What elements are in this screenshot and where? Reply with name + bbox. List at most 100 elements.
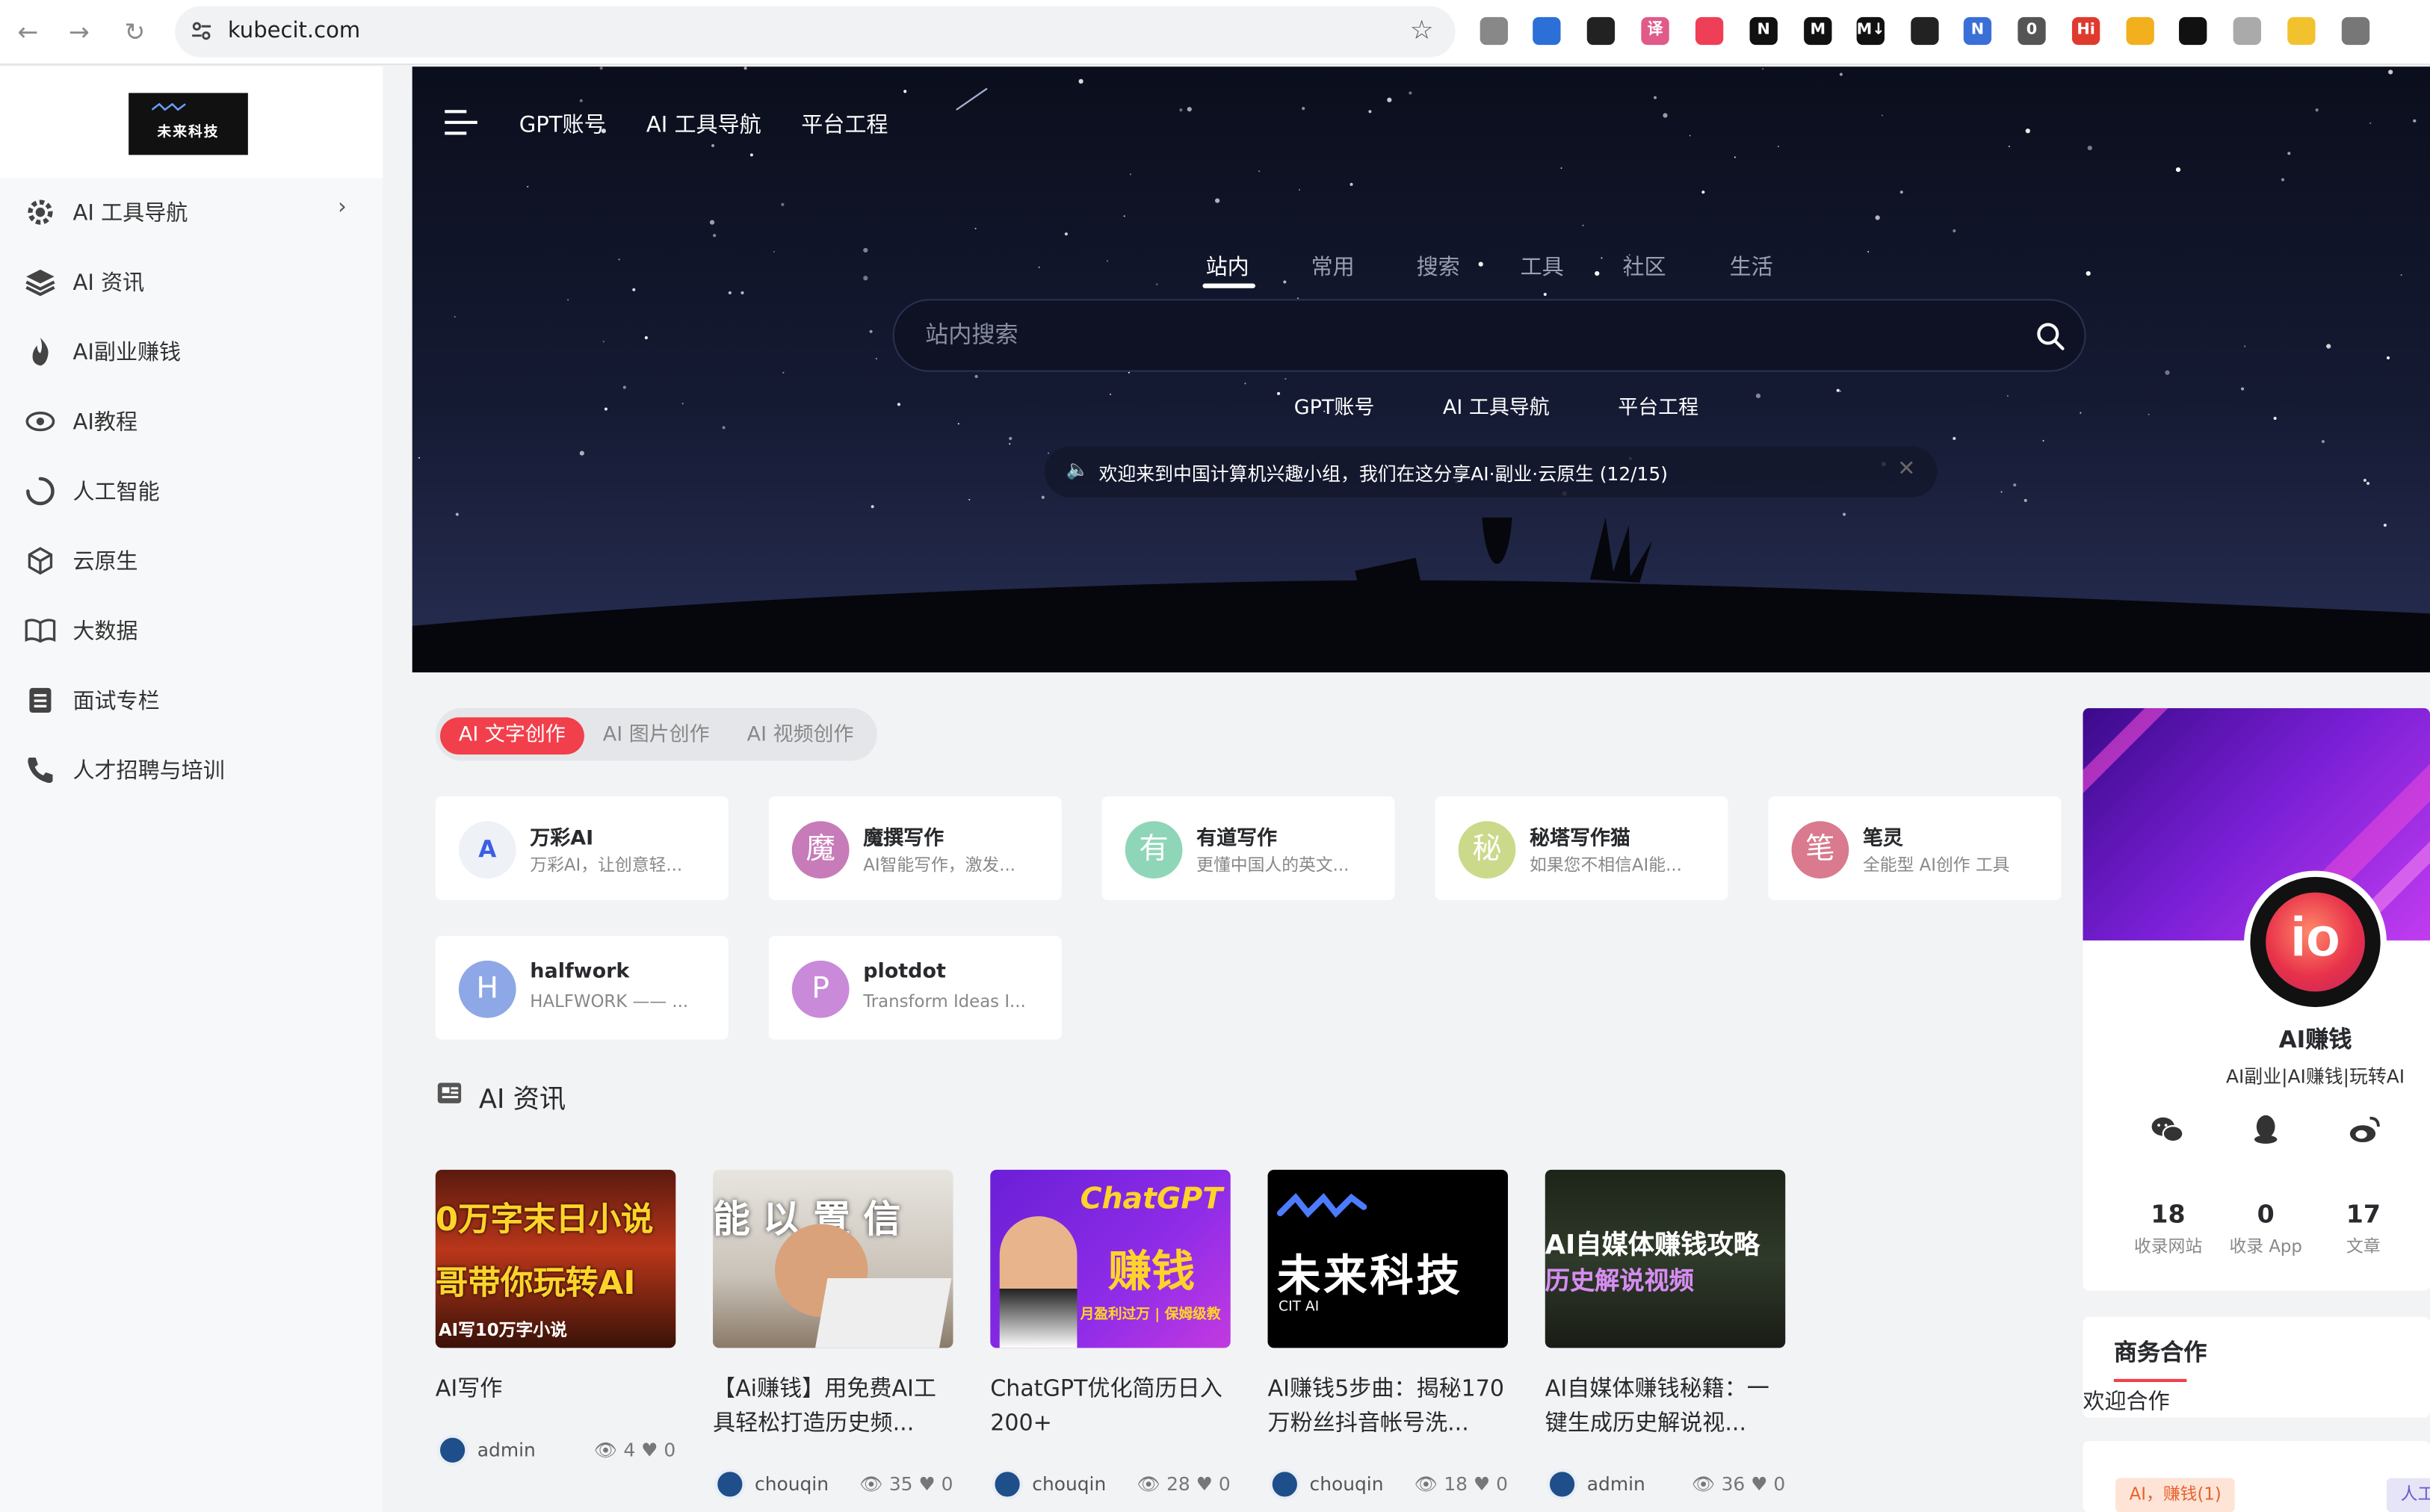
url-text[interactable]: kubecit.com — [228, 19, 360, 43]
hi-ext-icon[interactable]: Hi — [2071, 16, 2100, 46]
quick-link-tools[interactable]: AI 工具导航 — [1443, 391, 1550, 420]
author-avatar[interactable] — [1269, 1469, 1301, 1500]
news-card-title[interactable]: AI写作 — [436, 1373, 675, 1407]
note-ext-icon[interactable] — [2287, 16, 2316, 46]
tool-card[interactable]: 秘秘塔写作猫 如果您不相信AI能... — [1435, 796, 1728, 900]
category-tab-1[interactable]: AI 图片创作 — [584, 717, 729, 755]
notion-ext-icon[interactable]: N — [1749, 16, 1778, 46]
sync-ext-icon[interactable]: 0 — [2018, 16, 2046, 46]
logo-area[interactable]: 未来科技 — [0, 66, 383, 179]
eyedropper-ext-icon[interactable] — [1911, 16, 1939, 46]
tool-card[interactable]: Pplotdot Transform Ideas I... — [768, 935, 1062, 1040]
star — [418, 457, 420, 459]
weibo-icon[interactable] — [2346, 1112, 2382, 1147]
author-avatar[interactable] — [436, 1434, 469, 1466]
news-thumbnail[interactable]: ChatGPT + 赚钱月盈利过万 | 保姆级教 — [990, 1169, 1231, 1348]
search-tab-1[interactable]: 常用 — [1311, 251, 1355, 282]
like-count: 0 — [1496, 1473, 1509, 1496]
wechat-icon[interactable] — [2150, 1112, 2186, 1147]
profile-avatar[interactable]: io — [2244, 870, 2387, 1014]
search-input[interactable] — [925, 320, 1979, 349]
sidebar-item-3[interactable]: AI教程 — [0, 388, 383, 457]
sidebar-item-2[interactable]: AI副业赚钱 — [0, 317, 383, 387]
sidebar-item-5[interactable]: 云原生 — [0, 527, 383, 596]
search-tab-2[interactable]: 搜索 — [1417, 251, 1460, 282]
translate-ext-icon[interactable]: 译 — [1641, 16, 1669, 46]
markdown-ext-icon[interactable]: M↓ — [1856, 16, 1885, 46]
menu-toggle-icon[interactable] — [445, 108, 477, 136]
news-card-title[interactable]: AI自媒体赚钱秘籍：一键生成历史解说视... — [1545, 1373, 1785, 1441]
star — [2012, 483, 2016, 486]
heart-icon: ♥ — [1468, 1473, 1497, 1496]
star — [1899, 190, 1903, 194]
sidebar-item-8[interactable]: 人才招聘与培训 — [0, 736, 383, 805]
sidebar-item-0[interactable]: AI 工具导航 › — [0, 179, 383, 248]
category-tab-0[interactable]: AI 文字创作 — [440, 717, 584, 755]
highlighter-ext-icon[interactable] — [1533, 16, 1561, 46]
forward-icon[interactable]: → — [64, 17, 94, 48]
star — [454, 316, 457, 318]
n-ext-icon[interactable]: N — [1963, 16, 1992, 46]
power-ext-icon[interactable] — [1480, 16, 1509, 46]
quick-link-platform[interactable]: 平台工程 — [1618, 391, 1698, 420]
tag-chip[interactable]: AI，赚钱(1) — [2115, 1478, 2236, 1512]
bookmark-star-icon[interactable]: ☆ — [1410, 16, 1434, 46]
author-name[interactable]: admin — [1587, 1473, 1645, 1495]
star — [1701, 190, 1705, 195]
site-settings-icon[interactable] — [191, 20, 212, 42]
logo-wave-icon — [1276, 1192, 1367, 1218]
sidebar-item-7[interactable]: 面试专栏 — [0, 666, 383, 736]
site-logo[interactable]: 未来科技 — [129, 93, 248, 155]
sidebar-item-6[interactable]: 大数据 — [0, 596, 383, 666]
card-ext-icon[interactable] — [1586, 16, 1616, 46]
author-avatar[interactable] — [714, 1469, 746, 1500]
glasses-ext-icon[interactable] — [2179, 16, 2207, 46]
search-tab-5[interactable]: 生活 — [1730, 251, 1773, 282]
close-icon[interactable]: ✕ — [1897, 457, 1915, 482]
news-card-title[interactable]: AI赚钱5步曲：揭秘170万粉丝抖音帐号洗... — [1268, 1373, 1508, 1441]
header-nav-platform[interactable]: 平台工程 — [801, 108, 888, 139]
qq-icon[interactable] — [2248, 1112, 2283, 1147]
news-thumbnail[interactable]: AI自媒体赚钱攻略 历史解说视频 — [1545, 1169, 1786, 1348]
stat-label: 收录网站 — [2133, 1236, 2203, 1257]
puzzle-ext-icon[interactable] — [2341, 16, 2370, 46]
tool-card[interactable]: A 万彩AI 万彩AI，让创意轻... — [435, 796, 729, 900]
laptop-photo — [814, 1278, 952, 1348]
news-card-title[interactable]: 【Ai赚钱】用免费AI工具轻松打造历史频... — [713, 1373, 953, 1441]
news-card-title[interactable]: ChatGPT优化简历日入200+ — [990, 1373, 1230, 1441]
news-thumbnail[interactable]: 0万字末日小说 哥带你玩转AI AI写10万字小说 — [435, 1169, 676, 1348]
search-tab-0[interactable]: 站内 — [1206, 251, 1249, 282]
tool-card[interactable]: 有有道写作 更懂中国人的英文... — [1101, 796, 1395, 900]
reload-icon[interactable]: ↻ — [120, 17, 150, 48]
tool-card[interactable]: 魔魔撰写作 AI智能写作，激发... — [768, 796, 1062, 900]
author-name[interactable]: chouqin — [1032, 1473, 1106, 1495]
category-tab-2[interactable]: AI 视频创作 — [729, 717, 873, 755]
tool-card[interactable]: Hhalfwork HALFWORK —— ... — [435, 935, 729, 1040]
search-tab-3[interactable]: 工具 — [1521, 251, 1564, 282]
back-icon[interactable]: ← — [13, 17, 43, 48]
quick-link-gpt[interactable]: GPT账号 — [1294, 391, 1375, 420]
header-nav-gpt[interactable]: GPT账号 — [519, 108, 606, 139]
author-name[interactable]: chouqin — [755, 1473, 829, 1495]
author-avatar[interactable] — [992, 1469, 1023, 1500]
news-thumbnail[interactable]: 未来科技 CIT AI — [1267, 1169, 1509, 1348]
news-thumbnail[interactable]: 能 以 置 信 — [713, 1169, 953, 1348]
notice-text[interactable]: 欢迎来到中国计算机兴趣小组，我们在这分享AI·副业·云原生 (12/15) — [1098, 460, 1667, 486]
search-tab-4[interactable]: 社区 — [1622, 251, 1666, 282]
header-nav-tools[interactable]: AI 工具导航 — [646, 108, 761, 139]
author-avatar[interactable] — [1546, 1469, 1578, 1500]
yellow-ext-icon[interactable] — [2126, 16, 2154, 46]
tool-card[interactable]: 笔笔灵 全能型 AI创作 工具 — [1768, 796, 2062, 900]
sidebar-item-4[interactable]: 人工智能 — [0, 457, 383, 527]
sidebar-item-1[interactable]: AI 资讯 — [0, 248, 383, 317]
views-icon: 👁 — [859, 1473, 889, 1496]
address-bar[interactable]: kubecit.com ☆ — [175, 6, 1456, 58]
a-ext-icon[interactable] — [2233, 16, 2261, 46]
pocket-ext-icon[interactable] — [1695, 16, 1724, 46]
author-name[interactable]: admin — [477, 1440, 536, 1461]
medium-ext-icon[interactable]: M — [1804, 16, 1832, 46]
author-name[interactable]: chouqin — [1310, 1473, 1384, 1495]
tag-chip[interactable]: 人工 — [2386, 1478, 2430, 1512]
search-icon[interactable] — [2035, 320, 2065, 351]
avatar-text: io — [2290, 905, 2340, 969]
